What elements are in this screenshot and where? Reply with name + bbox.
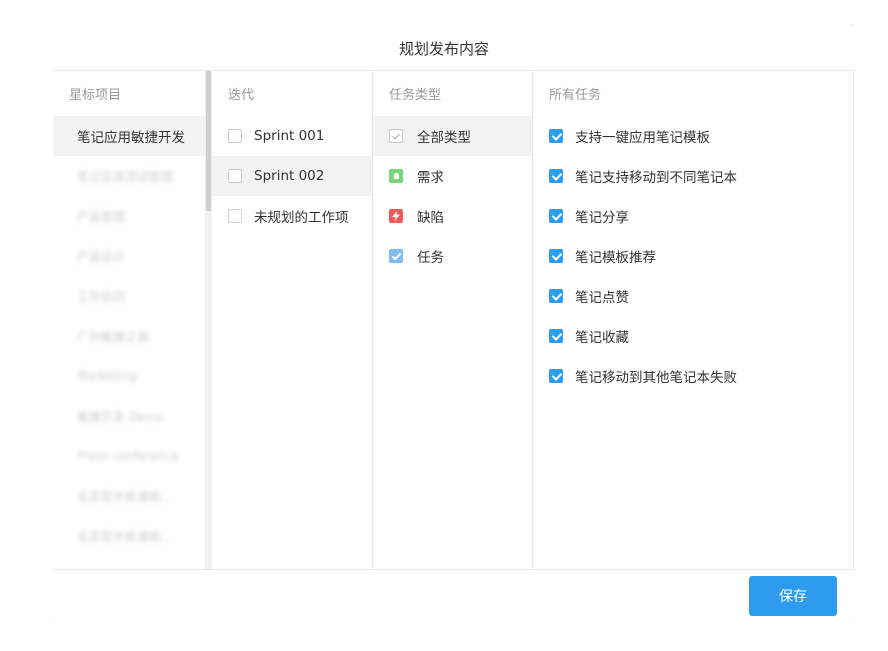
task-label: 笔记模板推荐 — [575, 250, 656, 266]
task-type-label: 缺陷 — [417, 210, 444, 226]
task-label: 笔记点赞 — [575, 290, 629, 306]
starred-project-item[interactable]: 敏捷开发 Demo — [53, 396, 205, 436]
starred-scrollbar-thumb[interactable] — [206, 71, 211, 211]
task-item[interactable]: 支持一键应用笔记模板 — [533, 116, 853, 156]
iterations-column: 迭代 Sprint 001 Sprint 002 未规划的工作项 — [212, 71, 373, 569]
task-checkbox[interactable] — [549, 289, 563, 303]
starred-project-label: 工作协同 — [77, 289, 126, 304]
task-item[interactable]: 笔记点赞 — [533, 276, 853, 316]
task-type-label: 全部类型 — [417, 130, 471, 146]
starred-project-label: 北京软件新潮新... — [77, 489, 173, 504]
task-item[interactable]: 笔记支持移动到不同笔记本 — [533, 156, 853, 196]
task-checkbox[interactable] — [549, 369, 563, 383]
starred-project-label: 笔记应用测试管理 — [77, 169, 174, 184]
starred-project-item[interactable]: 笔记应用测试管理 — [53, 156, 205, 196]
starred-project-label: 笔记应用敏捷开发 — [77, 130, 185, 146]
task-types-header: 任务类型 — [389, 88, 442, 103]
all-tasks-header: 所有任务 — [549, 88, 602, 103]
starred-project-label: Marketing — [77, 369, 137, 383]
task-checkbox[interactable] — [549, 129, 563, 143]
starred-project-item[interactable]: 笔记应用敏捷开发 — [53, 116, 205, 156]
iteration-checkbox[interactable] — [228, 129, 242, 143]
iteration-label: Sprint 002 — [254, 168, 325, 184]
starred-project-label: Press conference — [77, 449, 180, 463]
lightning-icon — [389, 209, 403, 223]
check-all-icon — [389, 129, 403, 143]
task-label: 笔记移动到其他笔记本失败 — [575, 370, 737, 386]
task-types-column: 任务类型 全部类型 需求 缺陷 任务 — [373, 71, 533, 569]
starred-project-label: 北京软件新潮新... — [77, 529, 173, 544]
starred-project-label: 产品管理 — [77, 209, 126, 224]
iteration-item[interactable]: 未规划的工作项 — [212, 196, 372, 236]
starred-project-label: 敏捷开发 Demo — [77, 409, 165, 424]
corner-marker — [54, 622, 55, 623]
task-label: 笔记收藏 — [575, 330, 629, 346]
task-checkbox[interactable] — [549, 329, 563, 343]
starred-project-item[interactable]: Press conference — [53, 436, 205, 476]
task-item[interactable]: 笔记移动到其他笔记本失败 — [533, 356, 853, 396]
iteration-checkbox[interactable] — [228, 169, 242, 183]
starred-project-item[interactable]: 广州敏捷之旅 — [53, 316, 205, 356]
dialog-title: 规划发布内容 — [398, 40, 489, 58]
starred-project-item[interactable]: Marketing — [53, 356, 205, 396]
corner-marker — [852, 622, 853, 623]
task-type-item[interactable]: 需求 — [373, 156, 532, 196]
starred-projects-header: 星标项目 — [69, 88, 122, 103]
corner-marker — [852, 24, 853, 25]
task-type-item[interactable]: 任务 — [373, 236, 532, 276]
iterations-header: 迭代 — [228, 88, 255, 103]
save-button[interactable]: 保存 — [749, 576, 837, 616]
starred-projects-column: 星标项目 笔记应用敏捷开发 笔记应用测试管理 产品管理 产品设计 工作协同 广州… — [53, 71, 205, 569]
task-item[interactable]: 笔记收藏 — [533, 316, 853, 356]
iteration-item[interactable]: Sprint 001 — [212, 116, 372, 156]
starred-project-item[interactable]: 工作协同 — [53, 276, 205, 316]
iteration-item[interactable]: Sprint 002 — [212, 156, 372, 196]
all-tasks-column: 所有任务 支持一键应用笔记模板 笔记支持移动到不同笔记本 笔记分享 笔记模板推荐… — [533, 71, 853, 569]
release-planning-panel: 星标项目 笔记应用敏捷开发 笔记应用测试管理 产品管理 产品设计 工作协同 广州… — [53, 70, 854, 570]
iteration-checkbox[interactable] — [228, 209, 242, 223]
iteration-label: 未规划的工作项 — [254, 210, 349, 226]
task-type-item[interactable]: 缺陷 — [373, 196, 532, 236]
starred-project-item[interactable]: 北京软件新潮新... — [53, 476, 205, 516]
task-label: 笔记支持移动到不同笔记本 — [575, 170, 737, 186]
task-checkbox[interactable] — [549, 209, 563, 223]
lightbulb-icon — [389, 169, 403, 183]
task-type-label: 需求 — [417, 170, 444, 186]
task-checkbox[interactable] — [549, 169, 563, 183]
task-checkbox[interactable] — [549, 249, 563, 263]
starred-project-item[interactable]: 北京软件新潮新... — [53, 516, 205, 556]
task-type-label: 任务 — [417, 250, 444, 266]
starred-project-item[interactable]: 产品设计 — [53, 236, 205, 276]
task-check-icon — [389, 249, 403, 263]
starred-project-label: 广州敏捷之旅 — [77, 329, 150, 344]
starred-project-item[interactable]: 产品管理 — [53, 196, 205, 236]
task-item[interactable]: 笔记模板推荐 — [533, 236, 853, 276]
task-item[interactable]: 笔记分享 — [533, 196, 853, 236]
task-label: 笔记分享 — [575, 210, 629, 226]
iteration-label: Sprint 001 — [254, 128, 325, 144]
starred-project-label: 产品设计 — [77, 249, 126, 264]
task-label: 支持一键应用笔记模板 — [575, 130, 710, 146]
task-type-item[interactable]: 全部类型 — [373, 116, 532, 156]
